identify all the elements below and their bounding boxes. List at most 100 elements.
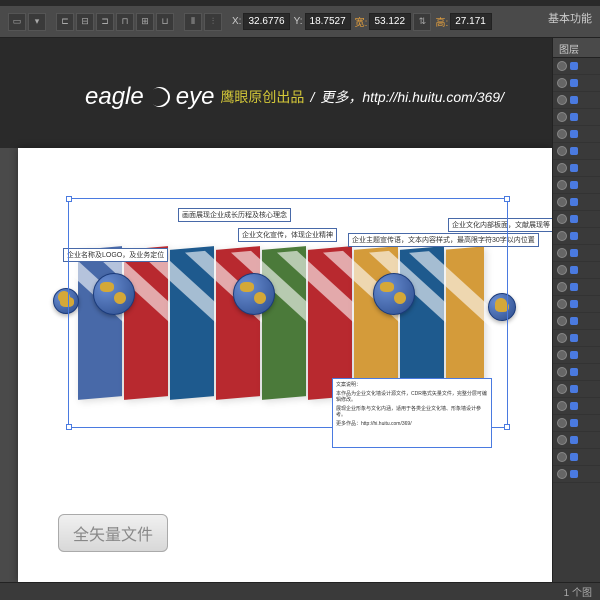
layer-swatch-icon (570, 79, 578, 87)
visibility-icon[interactable] (557, 316, 567, 326)
visibility-icon[interactable] (557, 112, 567, 122)
layer-swatch-icon (570, 470, 578, 478)
visibility-icon[interactable] (557, 129, 567, 139)
artboard[interactable]: 画面展现企业成长历程及核心理念 企业文化宣传，体现企业精神 企业主题宣传语，文本… (18, 148, 552, 582)
layer-row[interactable] (553, 211, 600, 228)
distribute-v-icon[interactable]: ⫶ (204, 13, 222, 31)
logo: eagle eye 鹰眼原创出品 / 更多，http://hi.huitu.co… (85, 83, 504, 111)
visibility-icon[interactable] (557, 231, 567, 241)
layer-row[interactable] (553, 364, 600, 381)
align-center-icon[interactable]: ⊟ (76, 13, 94, 31)
layer-swatch-icon (570, 300, 578, 308)
layer-row[interactable] (553, 330, 600, 347)
watermark-badge: 全矢量文件 (58, 514, 168, 552)
status-text: 1 个图 (564, 584, 592, 599)
w-label: 宽: (355, 14, 368, 29)
layer-row[interactable] (553, 245, 600, 262)
layer-row[interactable] (553, 466, 600, 483)
visibility-icon[interactable] (557, 163, 567, 173)
layers-tab[interactable]: 图层 (553, 38, 600, 58)
layer-row[interactable] (553, 296, 600, 313)
visibility-icon[interactable] (557, 265, 567, 275)
layer-row[interactable] (553, 58, 600, 75)
visibility-icon[interactable] (557, 61, 567, 71)
layer-row[interactable] (553, 313, 600, 330)
dropdown-icon[interactable]: ▾ (28, 13, 46, 31)
visibility-icon[interactable] (557, 78, 567, 88)
visibility-icon[interactable] (557, 214, 567, 224)
visibility-icon[interactable] (557, 418, 567, 428)
visibility-icon[interactable] (557, 95, 567, 105)
resize-handle[interactable] (66, 424, 72, 430)
select-tool-icon[interactable]: ▭ (8, 13, 26, 31)
visibility-icon[interactable] (557, 282, 567, 292)
logo-text-b: eye (176, 83, 215, 111)
layer-row[interactable] (553, 75, 600, 92)
layer-row[interactable] (553, 279, 600, 296)
x-input[interactable]: 32.6776 (243, 13, 289, 30)
layer-swatch-icon (570, 368, 578, 376)
layer-row[interactable] (553, 194, 600, 211)
h-input[interactable]: 27.171 (450, 13, 492, 30)
layer-row[interactable] (553, 160, 600, 177)
layer-swatch-icon (570, 164, 578, 172)
visibility-icon[interactable] (557, 146, 567, 156)
y-input[interactable]: 18.7527 (305, 13, 351, 30)
align-right-icon[interactable]: ⊐ (96, 13, 114, 31)
resize-handle[interactable] (66, 196, 72, 202)
layer-row[interactable] (553, 449, 600, 466)
layer-row[interactable] (553, 381, 600, 398)
layer-row[interactable] (553, 228, 600, 245)
layer-row[interactable] (553, 398, 600, 415)
resize-handle[interactable] (504, 424, 510, 430)
status-bar: 1 个图 (0, 582, 600, 600)
visibility-icon[interactable] (557, 350, 567, 360)
visibility-icon[interactable] (557, 333, 567, 343)
layer-swatch-icon (570, 181, 578, 189)
layer-swatch-icon (570, 232, 578, 240)
layer-row[interactable] (553, 92, 600, 109)
visibility-icon[interactable] (557, 197, 567, 207)
layer-swatch-icon (570, 436, 578, 444)
layer-swatch-icon (570, 266, 578, 274)
layer-row[interactable] (553, 177, 600, 194)
w-input[interactable]: 53.122 (369, 13, 411, 30)
align-left-icon[interactable]: ⊏ (56, 13, 74, 31)
layers-panel[interactable]: 图层 (552, 38, 600, 582)
layer-row[interactable] (553, 262, 600, 279)
visibility-icon[interactable] (557, 469, 567, 479)
visibility-icon[interactable] (557, 452, 567, 462)
layer-swatch-icon (570, 249, 578, 257)
layer-swatch-icon (570, 351, 578, 359)
layer-swatch-icon (570, 402, 578, 410)
layer-swatch-icon (570, 113, 578, 121)
align-top-icon[interactable]: ⊓ (116, 13, 134, 31)
layer-row[interactable] (553, 432, 600, 449)
workspace-label[interactable]: 基本功能 (548, 10, 592, 26)
layer-row[interactable] (553, 126, 600, 143)
description-textbox[interactable]: 文案说明： 本作品为企业文化墙设计源文件，CDR格式矢量文件，完整分层可编辑修改… (332, 378, 492, 448)
text-line: 文案说明： (336, 382, 488, 389)
distribute-h-icon[interactable]: ⫴ (184, 13, 202, 31)
visibility-icon[interactable] (557, 248, 567, 258)
link-icon[interactable]: ⇅ (413, 13, 431, 31)
layer-swatch-icon (570, 283, 578, 291)
align-bottom-icon[interactable]: ⊔ (156, 13, 174, 31)
visibility-icon[interactable] (557, 401, 567, 411)
visibility-icon[interactable] (557, 299, 567, 309)
align-middle-icon[interactable]: ⊞ (136, 13, 154, 31)
visibility-icon[interactable] (557, 180, 567, 190)
logo-text-a: eagle (85, 83, 144, 111)
layer-swatch-icon (570, 453, 578, 461)
resize-handle[interactable] (504, 196, 510, 202)
visibility-icon[interactable] (557, 435, 567, 445)
layer-row[interactable] (553, 109, 600, 126)
visibility-icon[interactable] (557, 367, 567, 377)
layer-swatch-icon (570, 130, 578, 138)
wall-diagram[interactable]: 画面展现企业成长历程及核心理念 企业文化宣传，体现企业精神 企业主题宣传语，文本… (38, 218, 532, 438)
layer-row[interactable] (553, 143, 600, 160)
layer-row[interactable] (553, 347, 600, 364)
layer-row[interactable] (553, 415, 600, 432)
visibility-icon[interactable] (557, 384, 567, 394)
canvas[interactable]: eagle eye 鹰眼原创出品 / 更多，http://hi.huitu.co… (0, 38, 552, 582)
